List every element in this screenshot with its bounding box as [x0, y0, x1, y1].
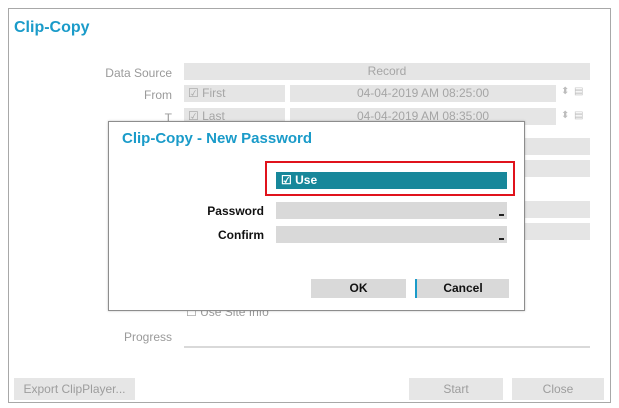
- from-spinner-icon[interactable]: ⬍: [561, 86, 569, 97]
- password-input[interactable]: [276, 202, 507, 219]
- hidden-field-3[interactable]: [520, 201, 590, 218]
- confirm-input[interactable]: [276, 226, 507, 243]
- text-cursor: [499, 238, 504, 240]
- hidden-field-4[interactable]: [520, 223, 590, 240]
- cancel-button[interactable]: Cancel: [415, 279, 509, 298]
- close-button[interactable]: Close: [512, 378, 604, 400]
- hidden-field-1[interactable]: [520, 138, 590, 155]
- start-button[interactable]: Start: [409, 378, 503, 400]
- to-spinner-icon[interactable]: ⬍: [561, 110, 569, 121]
- hidden-field-2[interactable]: [520, 160, 590, 177]
- from-first-label: First: [202, 86, 226, 100]
- confirm-label: Confirm: [218, 228, 264, 242]
- dialog-title: Clip-Copy - New Password: [122, 130, 313, 147]
- from-label: From: [144, 88, 172, 102]
- progress-bar: [184, 346, 590, 348]
- ok-button[interactable]: OK: [311, 279, 406, 298]
- password-label: Password: [207, 204, 264, 218]
- checkbox-checked-icon: ☑: [281, 173, 292, 187]
- from-first-checkbox[interactable]: ☑ First: [184, 85, 285, 102]
- from-datetime-field[interactable]: 04-04-2019 AM 08:25:00: [290, 85, 556, 102]
- export-clipplayer-button[interactable]: Export ClipPlayer...: [14, 378, 135, 400]
- window-title: Clip-Copy: [14, 19, 90, 36]
- data-source-label: Data Source: [105, 66, 172, 80]
- use-label: Use: [295, 173, 318, 187]
- use-checkbox[interactable]: ☑ Use: [276, 172, 507, 189]
- checkbox-icon: ☑: [188, 86, 199, 100]
- from-calendar-icon[interactable]: ▤: [574, 86, 583, 97]
- to-calendar-icon[interactable]: ▤: [574, 110, 583, 121]
- data-source-field[interactable]: Record: [184, 63, 590, 80]
- text-cursor: [499, 214, 504, 216]
- progress-label: Progress: [123, 330, 172, 344]
- new-password-dialog: Clip-Copy - New Password ☑ Use Password …: [108, 121, 525, 311]
